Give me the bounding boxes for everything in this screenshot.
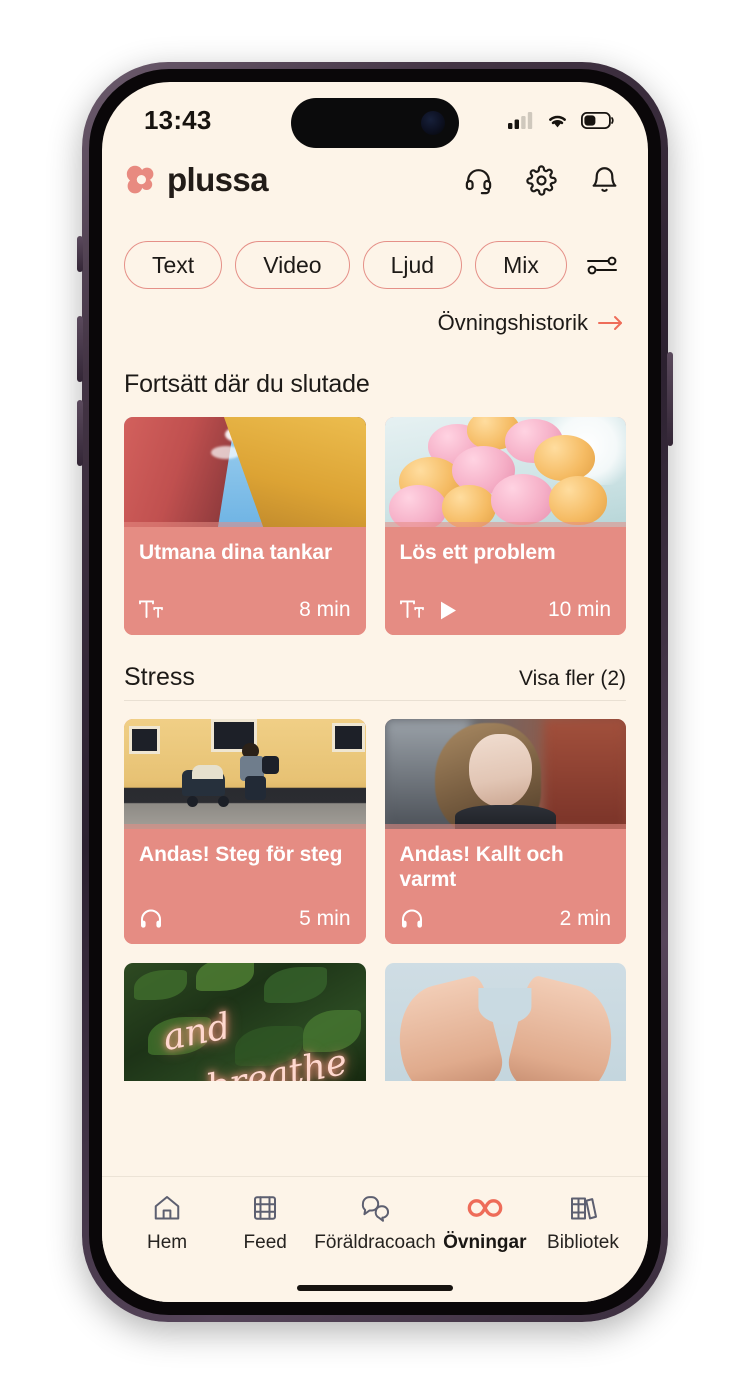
card-thumbnail bbox=[124, 417, 366, 527]
bottom-navigation: Hem Feed Föräldracoach Övningar Bibliote… bbox=[102, 1176, 648, 1302]
section-title-stress: Stress bbox=[124, 663, 195, 691]
card-body: Andas! Steg för steg 5 min bbox=[124, 829, 366, 944]
nav-label: Feed bbox=[243, 1232, 287, 1253]
plussa-clover-logo bbox=[126, 165, 154, 194]
card-title: Andas! Kallt och varmt bbox=[399, 843, 564, 891]
volume-down-button[interactable] bbox=[77, 400, 83, 466]
exercise-card[interactable]: Andas! Kallt och varmt 2 min bbox=[384, 719, 626, 944]
card-grid-partial: and breathe bbox=[124, 962, 626, 1081]
battery-icon bbox=[581, 111, 614, 129]
section-divider bbox=[124, 700, 626, 701]
show-more-link[interactable]: Visa fler (2) bbox=[519, 667, 626, 691]
headphones-icon bbox=[401, 909, 422, 928]
card-media-icons bbox=[400, 908, 424, 929]
wifi-icon bbox=[549, 115, 566, 128]
app-header: plussa bbox=[102, 144, 648, 216]
exercise-card[interactable]: Andas! Steg för steg 5 min bbox=[124, 719, 366, 944]
nav-item-hem[interactable]: Hem bbox=[118, 1193, 216, 1254]
card-meta: 8 min bbox=[139, 584, 351, 622]
card-body: Utmana dina tankar 8 min bbox=[124, 527, 366, 635]
brand[interactable]: plussa bbox=[124, 161, 269, 199]
home-icon bbox=[154, 1196, 180, 1220]
architecture-sky-art bbox=[124, 417, 366, 527]
film-strip-icon bbox=[254, 1196, 277, 1220]
filter-chips: Text Video Ljud Mix bbox=[102, 234, 648, 296]
filter-chip-ljud[interactable]: Ljud bbox=[362, 241, 463, 289]
chat-bubbles-icon bbox=[361, 1196, 389, 1222]
card-meta: 2 min bbox=[400, 893, 611, 931]
card-duration: 5 min bbox=[299, 906, 351, 930]
exercise-card[interactable]: and breathe bbox=[124, 962, 366, 1081]
card-meta: 5 min bbox=[139, 893, 351, 931]
card-duration: 10 min bbox=[547, 598, 611, 621]
header-actions bbox=[463, 164, 620, 196]
nav-item-ovningar[interactable]: Övningar bbox=[436, 1193, 534, 1254]
arrow-right-icon bbox=[598, 316, 622, 330]
brand-name: plussa bbox=[167, 161, 269, 198]
card-thumbnail bbox=[124, 719, 366, 829]
heart-hands-art bbox=[384, 962, 626, 1081]
exercise-history-label: Övningshistorik bbox=[437, 310, 588, 335]
filter-sliders-glyph bbox=[586, 256, 617, 275]
dynamic-island bbox=[291, 98, 459, 148]
exercise-card[interactable]: Lös ett problem 10 min bbox=[384, 417, 626, 635]
card-duration: 2 min bbox=[559, 906, 611, 930]
infinity-icon bbox=[467, 1199, 503, 1217]
filter-sliders-icon[interactable] bbox=[584, 247, 620, 283]
card-grid-stress: Andas! Steg för steg 5 min Andas! Kallt … bbox=[124, 719, 626, 944]
neon-word-and: and bbox=[159, 1005, 234, 1060]
home-indicator[interactable] bbox=[297, 1285, 453, 1291]
balloons-art bbox=[384, 417, 626, 527]
nav-item-foraldracoach[interactable]: Föräldracoach bbox=[314, 1193, 436, 1254]
play-icon[interactable] bbox=[439, 600, 458, 621]
exercises-content: Fortsätt där du slutade Utmana dina tank… bbox=[102, 348, 648, 1176]
card-body: Lös ett problem 10 min bbox=[384, 527, 626, 635]
nav-item-bibliotek[interactable]: Bibliotek bbox=[534, 1193, 632, 1254]
portrait-woman-art bbox=[384, 719, 626, 829]
history-row: Övningshistorik bbox=[102, 300, 648, 346]
filter-chip-mix[interactable]: Mix bbox=[475, 241, 567, 289]
exercise-card[interactable] bbox=[384, 962, 626, 1081]
front-camera-icon bbox=[421, 111, 445, 135]
card-body: Andas! Kallt och varmt 2 min bbox=[384, 829, 626, 944]
books-icon bbox=[570, 1197, 597, 1220]
text-format-icon bbox=[399, 600, 424, 618]
card-media-icons bbox=[399, 600, 458, 621]
exercise-card[interactable]: Utmana dina tankar 8 min bbox=[124, 417, 366, 635]
notifications-bell-icon[interactable] bbox=[589, 165, 620, 196]
card-meta: 10 min bbox=[399, 584, 611, 622]
nav-item-feed[interactable]: Feed bbox=[216, 1193, 314, 1254]
neon-breathe-art: and breathe bbox=[124, 962, 366, 1081]
card-media-icons bbox=[139, 908, 163, 929]
filter-chip-text[interactable]: Text bbox=[124, 241, 223, 289]
nav-label: Föräldracoach bbox=[314, 1232, 436, 1253]
card-title: Utmana dina tankar bbox=[139, 541, 333, 564]
power-button[interactable] bbox=[667, 352, 673, 446]
support-headset-icon[interactable] bbox=[463, 165, 494, 196]
settings-gear-icon[interactable] bbox=[526, 164, 557, 196]
card-media-icons bbox=[139, 600, 163, 620]
phone-screen: 13:43 plussa Text Video Ljud Mix Övnings… bbox=[102, 82, 648, 1302]
section-title-continue: Fortsätt där du slutade bbox=[124, 370, 370, 398]
silent-switch-button[interactable] bbox=[77, 236, 83, 272]
card-title: Lös ett problem bbox=[399, 541, 556, 564]
status-indicators bbox=[508, 111, 614, 129]
headphones-icon bbox=[141, 909, 161, 928]
street-stroller-art bbox=[124, 719, 366, 829]
cellular-signal-icon bbox=[508, 112, 533, 129]
card-thumbnail bbox=[384, 719, 626, 829]
nav-label: Bibliotek bbox=[547, 1232, 619, 1253]
card-grid-continue: Utmana dina tankar 8 min Lös ett problem… bbox=[124, 417, 626, 635]
card-thumbnail bbox=[384, 417, 626, 527]
card-title: Andas! Steg för steg bbox=[139, 843, 343, 866]
card-duration: 8 min bbox=[299, 598, 351, 621]
nav-label: Övningar bbox=[443, 1232, 527, 1253]
volume-up-button[interactable] bbox=[77, 316, 83, 382]
section-header-stress: Stress Visa fler (2) bbox=[124, 663, 626, 692]
status-time: 13:43 bbox=[144, 104, 212, 135]
nav-label: Hem bbox=[147, 1232, 188, 1253]
exercise-history-link[interactable]: Övningshistorik bbox=[438, 310, 624, 336]
text-format-icon bbox=[139, 600, 163, 618]
filter-chip-video[interactable]: Video bbox=[235, 241, 350, 289]
